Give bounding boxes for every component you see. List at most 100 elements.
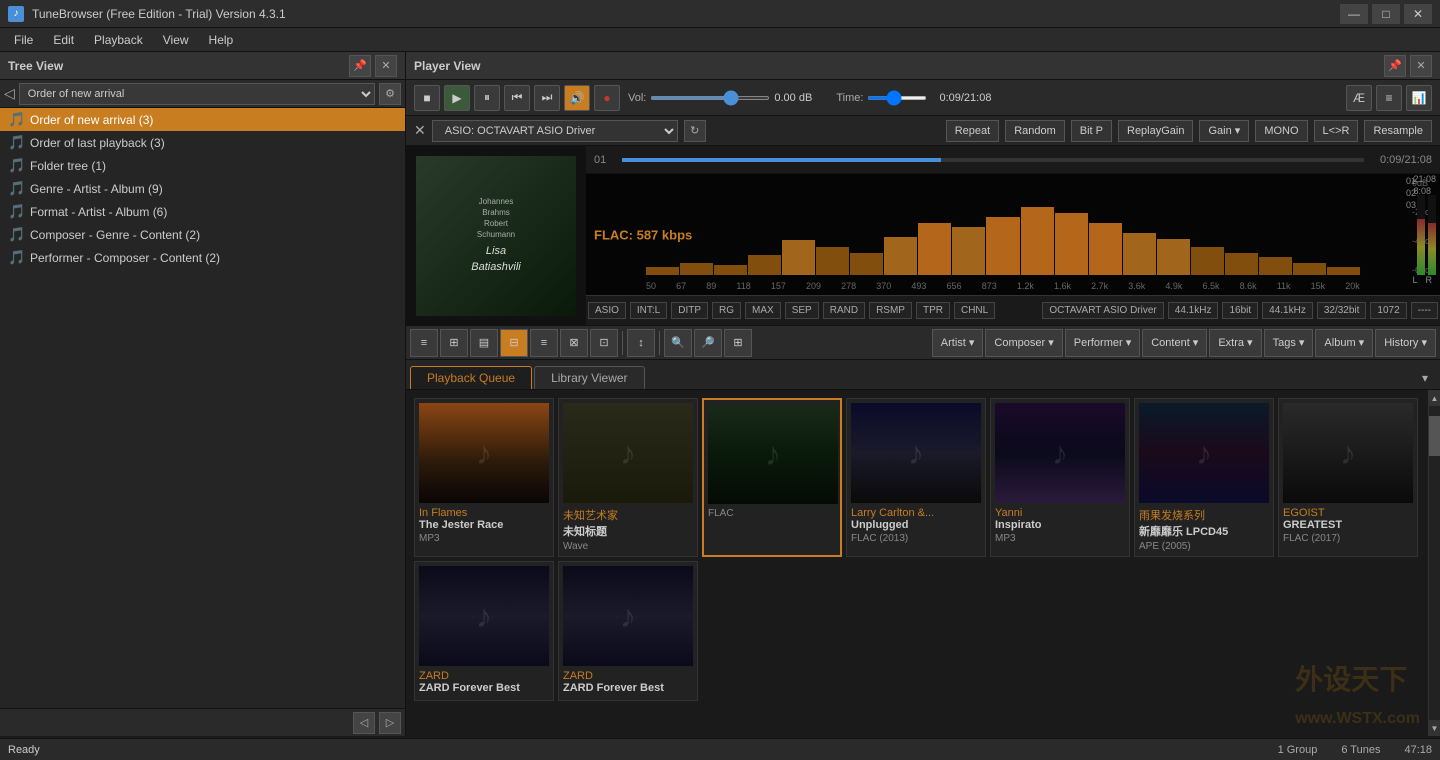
lib-view-btn-5[interactable]: ≡: [530, 329, 558, 357]
album-card-4[interactable]: ♪ Yanni Inspirato MP3: [990, 398, 1130, 557]
replaygain-button[interactable]: ReplayGain: [1118, 120, 1193, 142]
scroll-up-button[interactable]: ▲: [1429, 390, 1440, 406]
composer-dropdown[interactable]: Composer ▾: [985, 329, 1062, 357]
close-button[interactable]: ✕: [1404, 4, 1432, 24]
tree-item-1[interactable]: 🎵Order of last playback (3): [0, 131, 405, 154]
extra-dropdown[interactable]: Extra ▾: [1209, 329, 1261, 357]
album-card-3[interactable]: ♪ Larry Carlton &... Unplugged FLAC (201…: [846, 398, 986, 557]
minimize-button[interactable]: —: [1340, 4, 1368, 24]
menu-item-edit[interactable]: Edit: [43, 31, 84, 49]
tree-pin-button[interactable]: 📌: [349, 55, 371, 77]
time-1: 21:08: [1413, 174, 1436, 184]
tree-header: Tree View 📌 ✕: [0, 52, 405, 80]
menu-item-help[interactable]: Help: [199, 31, 244, 49]
lib-filter-button[interactable]: ⊞: [724, 329, 752, 357]
performer-dropdown[interactable]: Performer ▾: [1065, 329, 1140, 357]
album-card-6[interactable]: ♪ EGOIST GREATEST FLAC (2017): [1278, 398, 1418, 557]
lib-view-btn-1[interactable]: ≡: [410, 329, 438, 357]
spec-bar-14: [1123, 233, 1156, 275]
maximize-button[interactable]: □: [1372, 4, 1400, 24]
scroll-thumb[interactable]: [1429, 416, 1440, 456]
time-slider[interactable]: [867, 96, 927, 100]
record-button[interactable]: ●: [594, 85, 620, 111]
tree-forward-button[interactable]: ▷: [379, 712, 401, 734]
lib-view-btn-7[interactable]: ⊡: [590, 329, 618, 357]
freq-15k: 15k: [1311, 281, 1326, 291]
random-button[interactable]: Random: [1005, 120, 1065, 142]
album-dropdown[interactable]: Album ▾: [1315, 329, 1373, 357]
tab-expand-button[interactable]: ▾: [1414, 367, 1436, 389]
tree-dropdown[interactable]: Order of new arrival: [19, 83, 375, 105]
tree-item-2[interactable]: 🎵Folder tree (1): [0, 154, 405, 177]
device-close-icon[interactable]: ✕: [414, 122, 426, 139]
stop-button[interactable]: ■: [414, 85, 440, 111]
tree-back-button[interactable]: ◁: [353, 712, 375, 734]
spec-bar-13: [1089, 223, 1122, 275]
tree-settings-button[interactable]: ⚙: [379, 83, 401, 105]
menu-item-playback[interactable]: Playback: [84, 31, 153, 49]
status-max: MAX: [745, 302, 781, 319]
tune-count: 6 Tunes: [1341, 744, 1380, 756]
album-card-2[interactable]: ♪ FLAC: [702, 398, 842, 557]
lib-zoom-button[interactable]: 🔎: [694, 329, 722, 357]
gain-button[interactable]: Gain ▾: [1199, 120, 1249, 142]
device-select[interactable]: ASIO: OCTAVART ASIO Driver: [432, 120, 678, 142]
player-close-button[interactable]: ✕: [1410, 55, 1432, 77]
bitp-button[interactable]: Bit P: [1071, 120, 1112, 142]
tree-item-4[interactable]: 🎵Format - Artist - Album (6): [0, 200, 405, 223]
repeat-button[interactable]: Repeat: [946, 120, 999, 142]
lib-view-btn-4[interactable]: ⊟: [500, 329, 528, 357]
album-artist-5: 雨果发烧系列: [1139, 507, 1269, 523]
album-artist-1: 未知艺术家: [563, 507, 693, 523]
spec-bar-18: [1259, 257, 1292, 275]
player-pin-button[interactable]: 📌: [1384, 55, 1406, 77]
tab-playback-queue[interactable]: Playback Queue: [410, 366, 532, 389]
tree-item-0[interactable]: 🎵Order of new arrival (3): [0, 108, 405, 131]
track-progress-bar[interactable]: [622, 158, 1364, 162]
lib-search-button[interactable]: 🔍: [664, 329, 692, 357]
player-title: Player View: [414, 59, 481, 73]
prev-button[interactable]: ⏮: [504, 85, 530, 111]
next-button[interactable]: ⏭: [534, 85, 560, 111]
view-btn-1[interactable]: Æ: [1346, 85, 1372, 111]
mono-button[interactable]: MONO: [1255, 120, 1307, 142]
device-refresh-button[interactable]: ↻: [684, 120, 706, 142]
lr-button[interactable]: L<>R: [1314, 120, 1359, 142]
album-card-8[interactable]: ♪ ZARD ZARD Forever Best: [558, 561, 698, 701]
content-dropdown[interactable]: Content ▾: [1142, 329, 1207, 357]
play-button[interactable]: ▶: [444, 85, 470, 111]
menu-item-view[interactable]: View: [153, 31, 199, 49]
statusbar: Ready 1 Group 6 Tunes 47:18: [0, 738, 1440, 760]
lib-separator-2: [659, 331, 660, 355]
album-card-5[interactable]: ♪ 雨果发烧系列 新靡靡乐 LPCD45 APE (2005): [1134, 398, 1274, 557]
view-btn-3[interactable]: 📊: [1406, 85, 1432, 111]
view-btn-2[interactable]: ≡: [1376, 85, 1402, 111]
lib-view-btn-2[interactable]: ⊞: [440, 329, 468, 357]
album-card-7[interactable]: ♪ ZARD ZARD Forever Best: [414, 561, 554, 701]
tree-item-5[interactable]: 🎵Composer - Genre - Content (2): [0, 223, 405, 246]
tree-close-button[interactable]: ✕: [375, 55, 397, 77]
tree-item-3[interactable]: 🎵Genre - Artist - Album (9): [0, 177, 405, 200]
tree-footer: ◁ ▷: [0, 708, 405, 736]
time-display: 0:09/21:08: [939, 92, 991, 104]
tree-item-6[interactable]: 🎵Performer - Composer - Content (2): [0, 246, 405, 269]
album-card-1[interactable]: ♪ 未知艺术家 未知标题 Wave: [558, 398, 698, 557]
pause-button[interactable]: ⏸: [474, 85, 500, 111]
lib-view-btn-3[interactable]: ▤: [470, 329, 498, 357]
tags-dropdown[interactable]: Tags ▾: [1264, 329, 1314, 357]
vol-slider[interactable]: [650, 96, 770, 100]
album-card-0[interactable]: ♪ In Flames The Jester Race MP3: [414, 398, 554, 557]
scroll-down-button[interactable]: ▼: [1429, 720, 1440, 736]
vol-icon-button[interactable]: 🔊: [564, 85, 590, 111]
artist-dropdown[interactable]: Artist ▾: [932, 329, 984, 357]
lib-sort-button[interactable]: ↕: [627, 329, 655, 357]
lib-view-btn-6[interactable]: ⊠: [560, 329, 588, 357]
resample-button[interactable]: Resample: [1364, 120, 1432, 142]
history-dropdown[interactable]: History ▾: [1375, 329, 1436, 357]
album-title-8: ZARD Forever Best: [563, 682, 693, 694]
menu-item-file[interactable]: File: [4, 31, 43, 49]
spec-bar-6: [850, 253, 883, 275]
tab-library-viewer[interactable]: Library Viewer: [534, 366, 644, 389]
album-title-6: GREATEST: [1283, 519, 1413, 531]
spec-bar-5: [816, 247, 849, 275]
